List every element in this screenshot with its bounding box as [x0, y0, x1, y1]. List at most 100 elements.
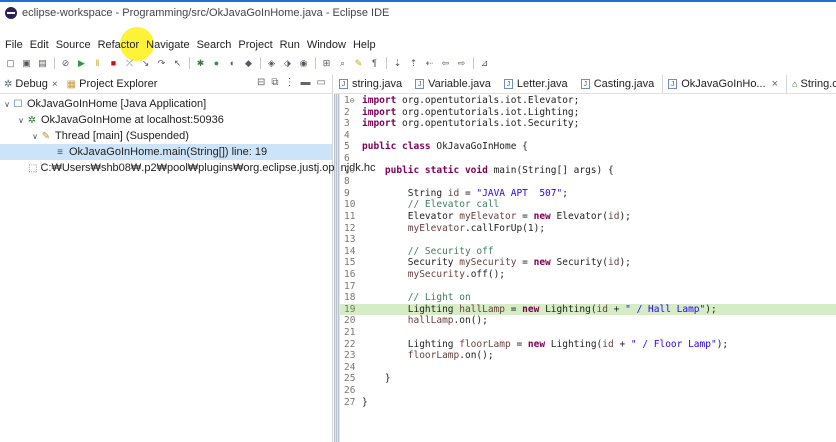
close-icon[interactable]: ×	[772, 78, 778, 90]
code-line[interactable]: 18 // Light on	[340, 292, 836, 303]
code-text: mySecurity.off();	[407, 269, 506, 280]
code-line[interactable]: 21	[340, 327, 836, 338]
chevron-down-icon[interactable]: ∨	[16, 116, 26, 125]
disconnect-icon[interactable]: ⤫	[123, 58, 136, 69]
editor-tab-okjavagoinhome[interactable]: J OkJavaGoInHo... ×	[662, 75, 788, 93]
code-line[interactable]: 15 Security mySecurity = new Security(id…	[340, 257, 836, 268]
tree-row-thread[interactable]: ∨ ✎ Thread [main] (Suspended)	[0, 128, 332, 144]
debug-run-icon[interactable]: ✱	[194, 58, 207, 69]
menu-edit[interactable]: Edit	[26, 39, 52, 51]
pin-editor-icon[interactable]: ⊿	[478, 58, 491, 69]
code-line[interactable]: 16 mySecurity.off();	[340, 269, 836, 280]
remove-terminated-icon[interactable]: ⧉	[271, 77, 278, 88]
code-line[interactable]: 5 public class OkJavaGoInHome {	[340, 141, 836, 152]
editor-tab-string-java[interactable]: J string.java	[334, 75, 410, 93]
tab-project-explorer[interactable]: ▦ Project Explorer	[63, 75, 163, 93]
search-icon[interactable]: ⌕	[336, 58, 349, 69]
resume-icon[interactable]: ▶	[75, 58, 88, 69]
menu-run[interactable]: Run	[276, 39, 303, 51]
code-line[interactable]: 25 }	[340, 373, 836, 384]
code-line[interactable]: 4	[340, 130, 836, 141]
code-line[interactable]: 20 hallLamp.on();	[340, 315, 836, 326]
step-return-icon[interactable]: ↖	[171, 58, 184, 69]
tree-row-process[interactable]: ⬚ C:₩Users₩shb08₩.p2₩pool₩plugins₩org.ec…	[0, 160, 375, 176]
line-number: 6	[344, 153, 350, 164]
code-line[interactable]: 1⊖ import org.opentutorials.iot.Elevator;	[340, 95, 836, 106]
coverage-icon[interactable]: ◐	[226, 58, 239, 69]
step-over-icon[interactable]: ↷	[155, 58, 168, 69]
code-line[interactable]: 2 import org.opentutorials.iot.Lighting;	[340, 107, 836, 118]
new-java-project-icon[interactable]: ◈	[265, 58, 278, 69]
fold-toggle-icon[interactable]: ⊖	[350, 166, 355, 175]
back-icon[interactable]: ⇦	[439, 58, 452, 69]
editor-tab-letter-java[interactable]: J Letter.java	[499, 75, 576, 93]
editor-tab-casting-java[interactable]: J Casting.java	[576, 75, 663, 93]
terminate-icon[interactable]: ■	[107, 58, 120, 69]
run-icon[interactable]: ●	[210, 58, 223, 69]
tree-label-thread: Thread [main] (Suspended)	[55, 130, 189, 142]
tab-debug[interactable]: ✲ Debug ×	[0, 75, 63, 93]
code-line[interactable]: 7⊖ public static void main(String[] args…	[340, 165, 836, 176]
minimize-icon[interactable]: ▬	[301, 77, 311, 88]
code-line[interactable]: 26	[340, 385, 836, 396]
code-line[interactable]: 12 myElevator.callForUp(1);	[340, 223, 836, 234]
forward-icon[interactable]: ⇨	[455, 58, 468, 69]
previous-annotation-icon[interactable]: ⇡	[407, 58, 420, 69]
editor-tab-variable-java[interactable]: J Variable.java	[410, 75, 499, 93]
mark-occurrences-icon[interactable]: ✎	[352, 58, 365, 69]
menu-project[interactable]: Project	[234, 39, 275, 51]
step-into-icon[interactable]: ↘	[139, 58, 152, 69]
code-line[interactable]: 27}	[340, 397, 836, 408]
menu-search[interactable]: Search	[193, 39, 235, 51]
next-annotation-icon[interactable]: ⇣	[391, 58, 404, 69]
chevron-down-icon[interactable]: ∨	[30, 132, 40, 141]
fold-toggle-icon[interactable]: ⊖	[350, 96, 355, 105]
menu-file[interactable]: File	[0, 39, 26, 51]
line-number: 14	[344, 245, 356, 257]
collapse-all-icon[interactable]: ⊟	[257, 77, 265, 88]
line-number: 7⊖	[344, 164, 355, 176]
menu-refactor[interactable]: Refactor	[94, 39, 143, 51]
menu-help[interactable]: Help	[349, 39, 379, 51]
debug-target-icon: ✲	[27, 114, 37, 126]
close-icon[interactable]: ×	[52, 79, 58, 90]
last-edit-icon[interactable]: ⇠	[423, 58, 436, 69]
code-line[interactable]: 22 Lighting floorLamp = new Lighting(id …	[340, 339, 836, 350]
skip-breakpoints-icon[interactable]: ⊘	[59, 58, 72, 69]
menu-navigate[interactable]: Navigate	[142, 39, 192, 51]
line-number: 3	[344, 118, 350, 130]
code-line[interactable]: 8	[340, 176, 836, 187]
suspend-icon[interactable]: ‖	[91, 58, 104, 69]
open-type-icon[interactable]: ⊞	[320, 58, 333, 69]
menu-window[interactable]: Window	[303, 39, 349, 51]
save-icon[interactable]: ▣	[20, 58, 33, 69]
code-line[interactable]: 6	[340, 153, 836, 164]
line-number: 21	[344, 327, 356, 338]
code-line[interactable]: 24	[340, 362, 836, 373]
new-icon[interactable]: ▢	[4, 58, 17, 69]
code-text-area[interactable]: 1⊖ import org.opentutorials.iot.Elevator;…	[334, 94, 836, 442]
code-line[interactable]: 19 Lighting hallLamp = new Lighting(id +…	[340, 303, 836, 315]
java-file-icon: J	[668, 79, 678, 89]
tree-row-vm[interactable]: ∨ ✲ OkJavaGoInHome at localhost:50936	[0, 112, 332, 128]
editor-tab-string-class[interactable]: ⌂ String.clas	[787, 75, 836, 93]
view-menu-icon[interactable]: ⋮	[285, 77, 295, 88]
code-line[interactable]: 14 // Security off	[340, 246, 836, 257]
code-line[interactable]: 11 Elevator myElevator = new Elevator(id…	[340, 211, 836, 222]
tree-row-stack-frame[interactable]: ≡ OkJavaGoInHome.main(String[]) line: 19	[0, 144, 332, 160]
maximize-icon[interactable]: ▭	[317, 77, 326, 88]
word-wrap-icon[interactable]: ¶	[368, 58, 381, 69]
external-tools-icon[interactable]: ◆	[242, 58, 255, 69]
save-all-icon[interactable]: ▤	[36, 58, 49, 69]
new-class-icon[interactable]: ◉	[297, 58, 310, 69]
code-line[interactable]: 17	[340, 281, 836, 292]
chevron-down-icon[interactable]: ∨	[2, 100, 12, 109]
code-line[interactable]: 23 floorLamp.on();	[340, 350, 836, 361]
new-package-icon[interactable]: ⬗	[281, 58, 294, 69]
code-line[interactable]: 9 String id = "JAVA APT 507";	[340, 188, 836, 199]
code-line[interactable]: 13	[340, 234, 836, 245]
menu-source[interactable]: Source	[52, 39, 94, 51]
code-line[interactable]: 10 // Elevator call	[340, 199, 836, 210]
code-line[interactable]: 3 import org.opentutorials.iot.Security;	[340, 118, 836, 129]
tree-row-launch[interactable]: ∨ ☐ OkJavaGoInHome [Java Application]	[0, 96, 332, 112]
